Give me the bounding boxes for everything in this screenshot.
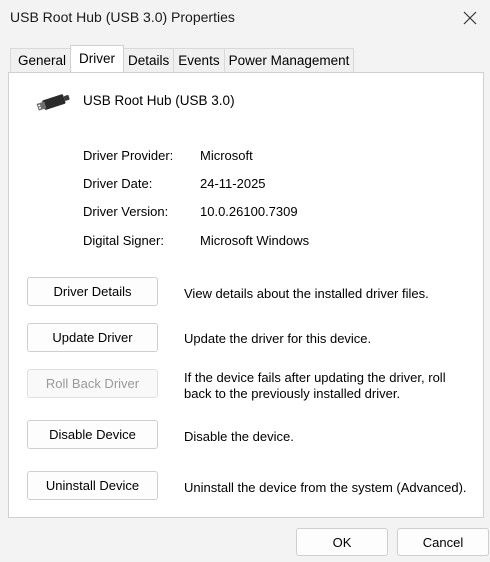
close-icon bbox=[463, 11, 477, 25]
title-bar: USB Root Hub (USB 3.0) Properties bbox=[0, 0, 490, 36]
usb-plug-icon bbox=[36, 94, 70, 111]
close-button[interactable] bbox=[456, 4, 484, 32]
disable-device-description: Disable the device. bbox=[184, 429, 294, 444]
uninstall-device-button[interactable]: Uninstall Device bbox=[27, 471, 158, 500]
driver-provider-value: Microsoft bbox=[200, 148, 253, 163]
update-driver-button[interactable]: Update Driver bbox=[27, 323, 158, 352]
driver-date-label: Driver Date: bbox=[83, 176, 153, 191]
driver-version-label: Driver Version: bbox=[83, 204, 169, 219]
ok-button[interactable]: OK bbox=[296, 528, 388, 556]
tab-details[interactable]: Details bbox=[123, 48, 175, 72]
update-driver-description: Update the driver for this device. bbox=[184, 331, 372, 346]
cancel-button[interactable]: Cancel bbox=[397, 528, 489, 556]
driver-version-value: 10.0.26100.7309 bbox=[200, 204, 298, 219]
window-title: USB Root Hub (USB 3.0) Properties bbox=[10, 9, 235, 25]
driver-date-value: 24-11-2025 bbox=[200, 176, 266, 191]
driver-provider-label: Driver Provider: bbox=[83, 148, 174, 163]
digital-signer-label: Digital Signer: bbox=[83, 233, 164, 248]
disable-device-button[interactable]: Disable Device bbox=[27, 420, 158, 449]
tab-general[interactable]: General bbox=[10, 48, 72, 72]
roll-back-driver-description: If the device fails after updating the d… bbox=[184, 370, 446, 401]
tab-strip: General Driver Details Events Power Mana… bbox=[10, 45, 355, 72]
tab-power-management[interactable]: Power Management bbox=[223, 48, 355, 72]
roll-back-driver-button[interactable]: Roll Back Driver bbox=[27, 369, 158, 398]
device-name: USB Root Hub (USB 3.0) bbox=[83, 93, 235, 108]
tab-driver[interactable]: Driver bbox=[70, 45, 125, 72]
driver-details-button[interactable]: Driver Details bbox=[27, 277, 158, 306]
uninstall-device-description: Uninstall the device from the system (Ad… bbox=[184, 480, 467, 495]
driver-tab-panel: USB Root Hub (USB 3.0) Driver Provider: … bbox=[8, 72, 484, 518]
digital-signer-value: Microsoft Windows bbox=[200, 233, 310, 248]
driver-details-description: View details about the installed driver … bbox=[184, 286, 429, 301]
tab-events[interactable]: Events bbox=[173, 48, 225, 72]
